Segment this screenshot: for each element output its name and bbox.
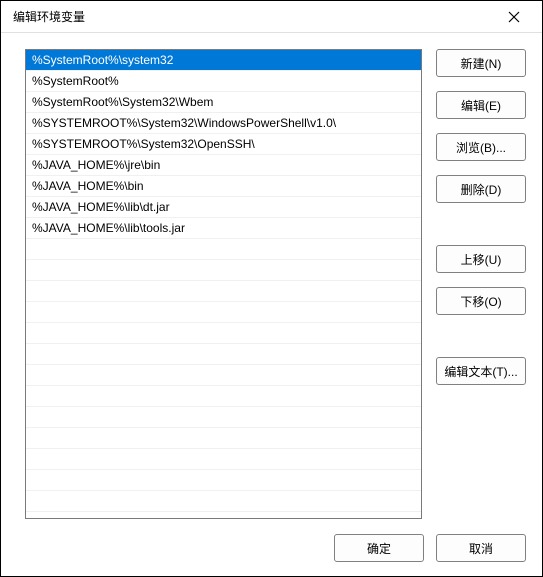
move-down-button[interactable]: 下移(O): [436, 287, 526, 315]
dialog-footer: 确定 取消: [1, 520, 542, 576]
list-item[interactable]: [26, 407, 421, 428]
list-item[interactable]: %SystemRoot%: [26, 71, 421, 92]
list-item[interactable]: [26, 470, 421, 491]
list-item[interactable]: [26, 491, 421, 512]
list-item[interactable]: %SYSTEMROOT%\System32\WindowsPowerShell\…: [26, 113, 421, 134]
list-item[interactable]: [26, 323, 421, 344]
dialog-content: %SystemRoot%\system32%SystemRoot%%System…: [1, 33, 542, 520]
delete-button[interactable]: 删除(D): [436, 175, 526, 203]
list-item[interactable]: [26, 386, 421, 407]
list-item[interactable]: [26, 449, 421, 470]
list-item[interactable]: %JAVA_HOME%\jre\bin: [26, 155, 421, 176]
close-icon: [508, 11, 520, 23]
list-item[interactable]: %JAVA_HOME%\lib\dt.jar: [26, 197, 421, 218]
edit-button[interactable]: 编辑(E): [436, 91, 526, 119]
titlebar: 编辑环境变量: [1, 1, 542, 33]
edit-text-button[interactable]: 编辑文本(T)...: [436, 357, 526, 385]
list-item[interactable]: [26, 260, 421, 281]
list-item[interactable]: %SYSTEMROOT%\System32\OpenSSH\: [26, 134, 421, 155]
path-listbox[interactable]: %SystemRoot%\system32%SystemRoot%%System…: [25, 49, 422, 519]
list-item[interactable]: %JAVA_HOME%\bin: [26, 176, 421, 197]
browse-button[interactable]: 浏览(B)...: [436, 133, 526, 161]
list-item[interactable]: [26, 302, 421, 323]
list-item[interactable]: [26, 365, 421, 386]
list-item[interactable]: %SystemRoot%\System32\Wbem: [26, 92, 421, 113]
move-up-button[interactable]: 上移(U): [436, 245, 526, 273]
close-button[interactable]: [494, 1, 534, 32]
side-button-column: 新建(N) 编辑(E) 浏览(B)... 删除(D) 上移(U) 下移(O) 编…: [436, 49, 526, 520]
window-title: 编辑环境变量: [13, 8, 494, 25]
list-item[interactable]: %JAVA_HOME%\lib\tools.jar: [26, 218, 421, 239]
ok-button[interactable]: 确定: [334, 534, 424, 562]
list-item[interactable]: [26, 344, 421, 365]
list-item[interactable]: [26, 281, 421, 302]
list-item[interactable]: [26, 428, 421, 449]
list-item[interactable]: %SystemRoot%\system32: [26, 50, 421, 71]
new-button[interactable]: 新建(N): [436, 49, 526, 77]
cancel-button[interactable]: 取消: [436, 534, 526, 562]
list-item[interactable]: [26, 239, 421, 260]
